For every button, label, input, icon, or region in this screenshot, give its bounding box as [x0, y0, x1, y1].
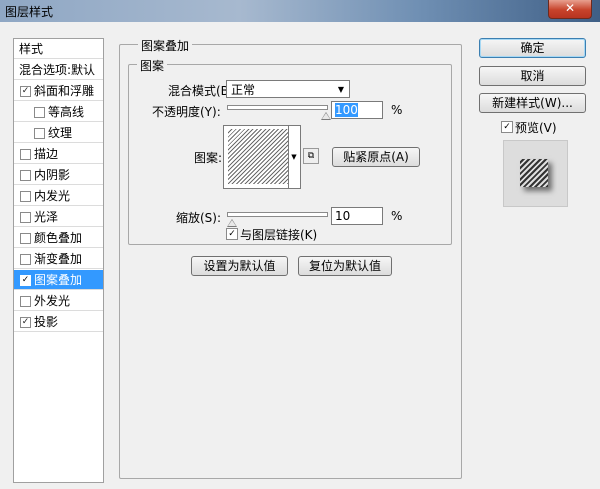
style-checkbox[interactable] [34, 128, 45, 139]
scale-value: 10 [335, 209, 351, 223]
style-checkbox[interactable] [20, 254, 31, 265]
styles-list-item[interactable]: 光泽 [14, 207, 103, 227]
chevron-down-icon: ▼ [337, 85, 344, 94]
styles-list-item[interactable]: ✓ 斜面和浮雕 [14, 81, 103, 101]
styles-header-label: 样式 [19, 42, 44, 56]
styles-list-item-label: 内发光 [34, 189, 71, 203]
styles-list-item[interactable]: 内发光 [14, 186, 103, 206]
style-checkbox[interactable] [20, 170, 31, 181]
new-style-button[interactable]: 新建样式(W)... [479, 93, 586, 113]
pattern-dropdown-icon[interactable]: ▼ [288, 126, 299, 188]
scale-percent: % [391, 209, 403, 223]
styles-list-item[interactable]: ✓ 投影 [14, 312, 103, 332]
styles-list-item[interactable]: 颜色叠加 [14, 228, 103, 248]
styles-list-item-label: 外发光 [34, 294, 71, 308]
pattern-picker[interactable]: ▼ [223, 125, 301, 189]
blend-mode-select[interactable]: 正常 ▼ [226, 80, 350, 98]
style-checkbox[interactable] [20, 212, 31, 223]
style-checkbox[interactable]: ✓ [20, 275, 31, 286]
style-checkbox[interactable] [20, 296, 31, 307]
opacity-slider[interactable] [227, 105, 328, 110]
styles-list-item-label: 纹理 [48, 126, 73, 140]
styles-list-header[interactable]: 样式 [14, 39, 103, 59]
pattern-swatch [228, 129, 288, 184]
styles-list-item-label: 斜面和浮雕 [34, 84, 95, 98]
style-checkbox[interactable] [20, 149, 31, 160]
preview-thumbnail [520, 159, 548, 187]
style-checkbox[interactable] [34, 107, 45, 118]
styles-list-item-label: 图案叠加 [34, 273, 83, 287]
styles-list-item-label: 内阴影 [34, 168, 71, 182]
style-checkbox[interactable]: ✓ [20, 86, 31, 97]
styles-list-item[interactable]: ✓ 图案叠加 [14, 270, 103, 290]
styles-list-item-label: 描边 [34, 147, 59, 161]
opacity-percent: % [391, 103, 403, 117]
styles-list-item-label: 颜色叠加 [34, 231, 83, 245]
styles-list-item[interactable]: 描边 [14, 144, 103, 164]
styles-list-item[interactable]: 混合选项:默认 [14, 60, 103, 80]
styles-list-item[interactable]: 渐变叠加 [14, 249, 103, 269]
close-button[interactable]: ✕ [548, 0, 592, 19]
style-preview [503, 140, 568, 207]
style-checkbox[interactable]: ✓ [20, 317, 31, 328]
layer-style-dialog: 样式 混合选项:默认 ✓ 斜面和浮雕 等高线 纹理 描边 内阴影 内发光 光泽 颜色叠加 渐变叠加 ✓… [0, 22, 600, 489]
styles-list: 样式 混合选项:默认 ✓ 斜面和浮雕 等高线 纹理 描边 内阴影 内发光 光泽 颜色叠加 渐变叠加 ✓… [13, 38, 104, 483]
styles-list-item-label: 光泽 [34, 210, 59, 224]
style-checkbox[interactable] [20, 233, 31, 244]
opacity-input[interactable]: 100 [331, 101, 383, 119]
title-bar: 图层样式 ✕ [0, 0, 600, 22]
styles-list-item-label: 混合选项:默认 [19, 63, 96, 77]
opacity-slider-thumb[interactable] [321, 112, 331, 120]
link-with-layer-label: 与图层链接(K) [240, 228, 318, 242]
styles-list-item[interactable]: 等高线 [14, 102, 103, 122]
style-checkbox[interactable] [20, 191, 31, 202]
snap-to-origin-button[interactable]: 贴紧原点(A) [332, 147, 420, 167]
scale-input[interactable]: 10 [331, 207, 383, 225]
preview-label: 预览(V) [515, 121, 557, 135]
preview-checkmark-icon: ✓ [503, 122, 511, 132]
link-with-layer-checkbox[interactable]: ✓ [226, 228, 238, 240]
styles-list-item-label: 投影 [34, 315, 59, 329]
opacity-label: 不透明度(Y): [152, 105, 221, 119]
styles-list-item-label: 等高线 [48, 105, 85, 119]
pattern-label: 图案: [194, 151, 223, 165]
styles-list-item-label: 渐变叠加 [34, 252, 83, 266]
styles-list-item[interactable]: 纹理 [14, 123, 103, 143]
opacity-value: 100 [335, 103, 358, 117]
preview-checkbox[interactable]: ✓ [501, 121, 513, 133]
pattern-subgroup: 图案 混合模式(B): 正常 ▼ 不透明度(Y): 100 % 图案: ▼ ⧉ … [128, 57, 452, 245]
styles-list-item[interactable]: 外发光 [14, 291, 103, 311]
window-title: 图层样式 [5, 5, 54, 19]
scale-label: 缩放(S): [176, 211, 222, 225]
pattern-overlay-group: 图案叠加 图案 混合模式(B): 正常 ▼ 不透明度(Y): 100 % 图案:… [119, 37, 462, 479]
scale-slider[interactable] [227, 212, 328, 217]
styles-list-item[interactable]: 内阴影 [14, 165, 103, 185]
ok-button[interactable]: 确定 [479, 38, 586, 58]
blend-mode-value: 正常 [231, 83, 256, 97]
group-title: 图案叠加 [138, 37, 193, 54]
make-default-button[interactable]: 设置为默认值 [191, 256, 288, 276]
subgroup-title: 图案 [137, 57, 168, 74]
reset-default-button[interactable]: 复位为默认值 [298, 256, 392, 276]
create-preset-icon[interactable]: ⧉ [303, 148, 319, 164]
cancel-button[interactable]: 取消 [479, 66, 586, 86]
link-checkmark-icon: ✓ [228, 229, 236, 239]
scale-slider-thumb[interactable] [227, 219, 237, 227]
